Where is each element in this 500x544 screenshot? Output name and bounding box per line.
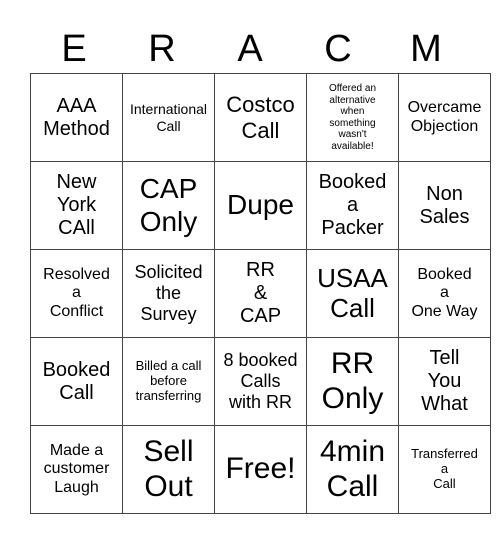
- bingo-cell[interactable]: Made a customer Laugh: [30, 425, 123, 514]
- bingo-cell[interactable]: 4min Call: [306, 425, 399, 514]
- bingo-row: AAA Method International Call Costco Call O…: [30, 73, 491, 162]
- bingo-cell[interactable]: Resolved a Conflict: [30, 249, 123, 338]
- bingo-cell[interactable]: Solicited the Survey: [122, 249, 215, 338]
- header-letter: A: [237, 28, 263, 70]
- bingo-cell[interactable]: Booked a Packer: [306, 161, 399, 250]
- bingo-cell[interactable]: International Call: [122, 73, 215, 162]
- bingo-cell[interactable]: 8 booked Calls with RR: [214, 337, 307, 426]
- bingo-cell[interactable]: Tell You What: [398, 337, 491, 426]
- bingo-cell[interactable]: Free!: [214, 425, 307, 514]
- header-letter: C: [324, 28, 352, 70]
- bingo-cell[interactable]: Billed a call before transferring: [122, 337, 215, 426]
- bingo-cell[interactable]: Booked a One Way: [398, 249, 491, 338]
- bingo-grid: AAA Method International Call Costco Call O…: [30, 73, 491, 514]
- bingo-cell[interactable]: Dupe: [214, 161, 307, 250]
- bingo-cell[interactable]: Offered an alternative when something wa…: [306, 73, 399, 162]
- bingo-cell[interactable]: CAP Only: [122, 161, 215, 250]
- bingo-cell[interactable]: Costco Call: [214, 73, 307, 162]
- bingo-cell[interactable]: RR & CAP: [214, 249, 307, 338]
- bingo-cell[interactable]: Sell Out: [122, 425, 215, 514]
- bingo-cell[interactable]: Overcame Objection: [398, 73, 491, 162]
- bingo-cell[interactable]: RR Only: [306, 337, 399, 426]
- header-letter: M: [410, 28, 442, 70]
- bingo-cell[interactable]: AAA Method: [30, 73, 123, 162]
- header-letter: R: [148, 28, 176, 70]
- bingo-row: New York CAll CAP Only Dupe Booked a Packer…: [30, 161, 491, 250]
- bingo-cell[interactable]: Non Sales: [398, 161, 491, 250]
- bingo-cell[interactable]: New York CAll: [30, 161, 123, 250]
- bingo-row: Made a customer Laugh Sell Out Free! 4min C…: [30, 425, 491, 514]
- bingo-cell[interactable]: Booked Call: [30, 337, 123, 426]
- bingo-row: Resolved a Conflict Solicited the Survey R…: [30, 249, 491, 338]
- bingo-row: Booked Call Billed a call before transfer…: [30, 337, 491, 426]
- header-letter: E: [61, 28, 87, 70]
- bingo-cell[interactable]: Transferred a Call: [398, 425, 491, 514]
- bingo-header: ERACM: [30, 24, 470, 74]
- bingo-cell[interactable]: USAA Call: [306, 249, 399, 338]
